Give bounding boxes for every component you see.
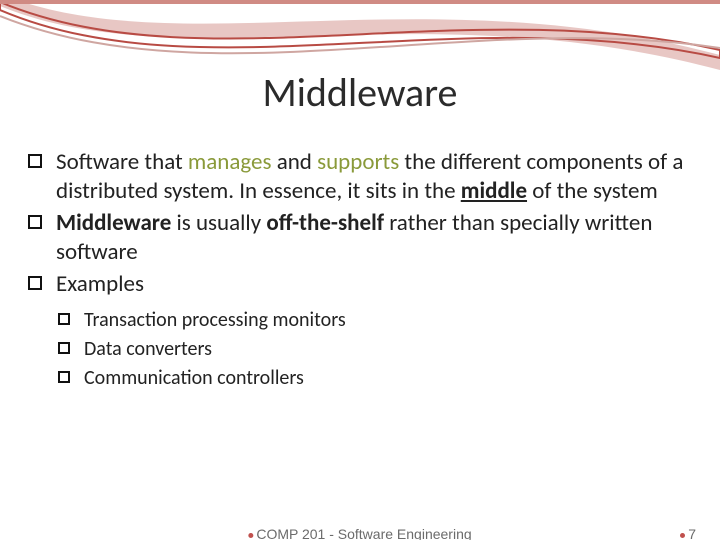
text-run: off-the-shelf [266, 209, 384, 237]
square-bullet-icon [58, 342, 70, 354]
content-area: Software that manages and supports the d… [28, 148, 692, 394]
slide-title: Middleware [0, 68, 720, 117]
text-run: Middleware [56, 209, 171, 237]
text-run: of the system [527, 177, 658, 205]
text-run: manages [188, 148, 272, 176]
text-run: Data converters [84, 337, 212, 361]
footer-dot-icon [680, 533, 685, 538]
text-run: Transaction processing monitors [84, 308, 346, 332]
square-bullet-icon [28, 215, 42, 229]
page-number: 7 [680, 526, 696, 540]
text-run: supports [317, 148, 399, 176]
square-bullet-icon [28, 276, 42, 290]
footer-dot-icon [248, 533, 253, 538]
square-bullet-icon [28, 154, 42, 168]
square-bullet-icon [58, 371, 70, 383]
text-run: middle [461, 177, 527, 205]
bullet-level2: Communication controllers [28, 365, 692, 392]
bullet-level2: Data converters [28, 336, 692, 363]
text-run: Examples [56, 270, 144, 298]
bullet-level1: Software that manages and supports the d… [28, 148, 692, 207]
text-run: and [272, 148, 318, 176]
footer-center: COMP 201 - Software Engineering [248, 526, 471, 540]
bullet-level1: Middleware is usually off-the-shelf rath… [28, 209, 692, 268]
square-bullet-icon [58, 313, 70, 325]
text-run: Communication controllers [84, 366, 304, 390]
text-run: Software that [56, 148, 188, 176]
bullet-level2: Transaction processing monitors [28, 307, 692, 334]
text-run: is usually [171, 209, 266, 237]
bullet-level1: Examples [28, 270, 692, 299]
